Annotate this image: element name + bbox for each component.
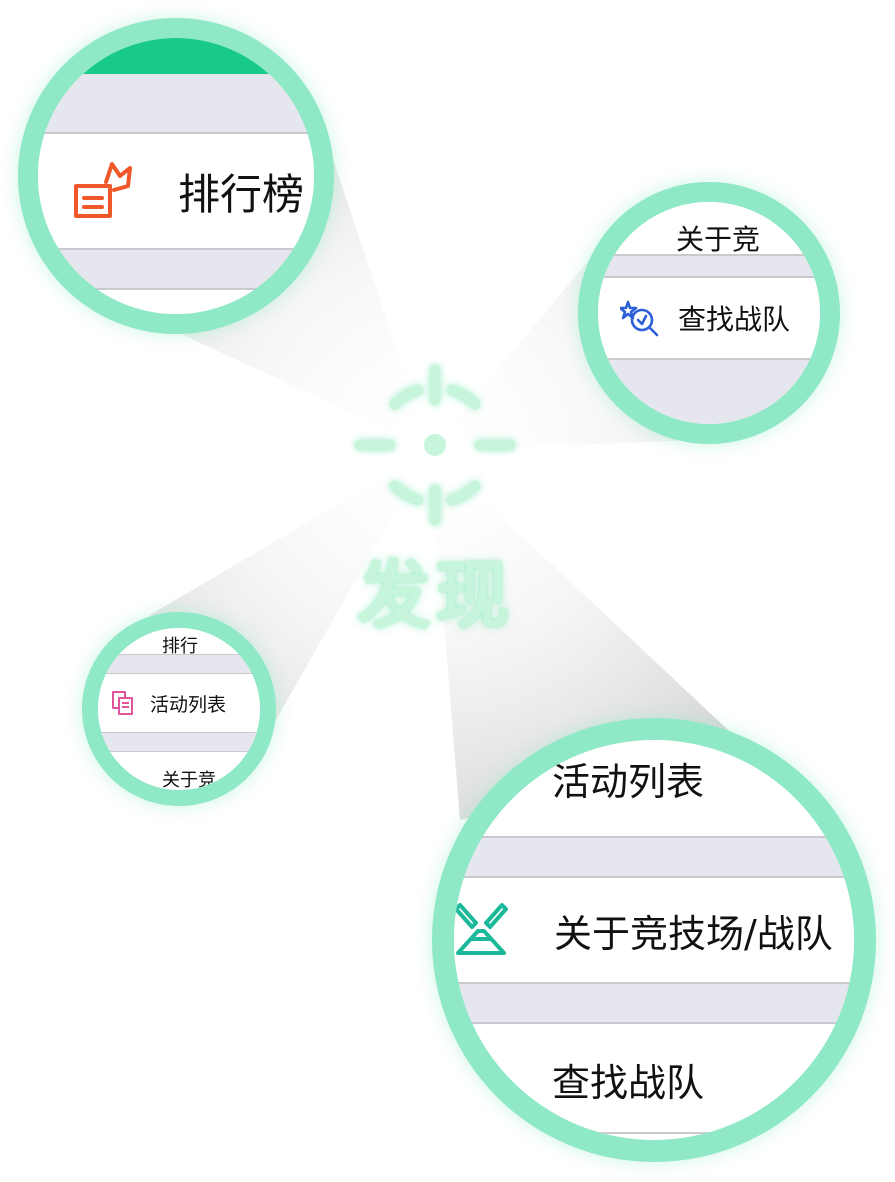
- activity-list-icon: [112, 691, 133, 715]
- search-team-bottom-label: 查找战队: [552, 1060, 705, 1105]
- about-arena-label: 关于竞技场/战队: [554, 911, 833, 956]
- discover-title: 发现: [357, 553, 513, 639]
- search-team-icon: [620, 300, 659, 337]
- discover-logo: 发现: [330, 360, 540, 660]
- activity-list-row[interactable]: 活动列表: [98, 674, 260, 732]
- ranking-crown-icon: [74, 162, 132, 218]
- magnifier-about-arena: 活动列表 关于竞技场/战队 查找战队: [432, 718, 876, 1162]
- about-arena-row[interactable]: 关于竞技场/战队: [454, 878, 854, 982]
- activity-list-label: 活动列表: [150, 693, 227, 716]
- search-team-bottom-row[interactable]: 查找战队: [454, 1024, 854, 1134]
- about-arena-partial: 关于竞: [676, 223, 761, 256]
- ranking-row[interactable]: 排行榜: [38, 134, 314, 248]
- magnifier-search-team: 关于竞 查找战队: [578, 182, 840, 444]
- activity-list-top-label: 活动列表: [552, 760, 705, 804]
- target-crosshair-icon: [354, 364, 516, 526]
- search-team-row[interactable]: 查找战队: [598, 278, 820, 358]
- arena-swords-icon: [454, 903, 508, 955]
- about-arena-partial-small: 关于竞: [162, 770, 216, 790]
- magnifier-activity-list: 排行 活动列表 关于竞: [82, 612, 276, 806]
- ranking-label: 排行榜: [178, 169, 305, 219]
- search-team-label: 查找战队: [678, 303, 791, 336]
- magnifier-ranking: 排行榜: [18, 18, 334, 334]
